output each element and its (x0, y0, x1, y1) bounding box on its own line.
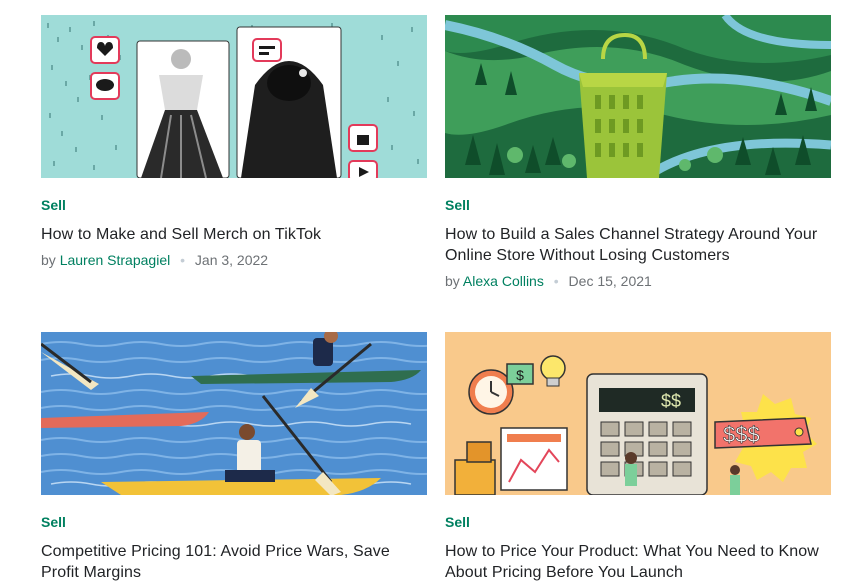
tiktok-merch-illustration-icon (41, 15, 427, 178)
article-meta: by Lauren Strapagiel • Jan 3, 2022 (41, 250, 427, 270)
article-title-link[interactable]: How to Price Your Product: What You Need… (445, 541, 831, 583)
byline-prefix: by (41, 252, 56, 268)
separator-dot: • (180, 252, 186, 268)
byline-prefix: by (445, 273, 460, 289)
sign-text: $ (516, 367, 524, 383)
article-title-link[interactable]: How to Build a Sales Channel Strategy Ar… (445, 224, 831, 266)
author-link[interactable]: Alexa Collins (463, 273, 544, 289)
calculator-price-tag-illustration-icon: $ $$ $$$ (445, 332, 831, 495)
category-link[interactable]: Sell (445, 197, 831, 213)
author-link[interactable]: Lauren Strapagiel (60, 252, 171, 268)
article-card-competitive-pricing: Sell Competitive Pricing 101: Avoid Pric… (41, 332, 427, 583)
article-card-sales-channel: Sell How to Build a Sales Channel Strate… (445, 15, 831, 291)
category-link[interactable]: Sell (41, 514, 427, 530)
article-thumbnail[interactable] (445, 15, 831, 178)
article-card-price-product: $ $$ $$$ Sell How to Price Your Product:… (445, 332, 831, 583)
publish-date: Dec 15, 2021 (568, 273, 652, 289)
article-title-link[interactable]: How to Make and Sell Merch on TikTok (41, 224, 427, 245)
category-link[interactable]: Sell (445, 514, 831, 530)
kayak-race-illustration-icon (41, 332, 427, 495)
shopping-bag-landscape-illustration-icon (445, 15, 831, 178)
article-card-tiktok-merch: Sell How to Make and Sell Merch on TikTo… (41, 15, 427, 270)
category-link[interactable]: Sell (41, 197, 427, 213)
article-title-link[interactable]: Competitive Pricing 101: Avoid Price War… (41, 541, 427, 583)
article-meta: by Alexa Collins • Dec 15, 2021 (445, 271, 831, 291)
article-thumbnail[interactable] (41, 15, 427, 178)
separator-dot: • (553, 273, 559, 289)
publish-date: Jan 3, 2022 (194, 252, 269, 268)
calculator-display-text: $$ (661, 391, 681, 411)
article-thumbnail[interactable]: $ $$ $$$ (445, 332, 831, 495)
price-tag-text: $$$ (723, 422, 760, 447)
article-thumbnail[interactable] (41, 332, 427, 495)
